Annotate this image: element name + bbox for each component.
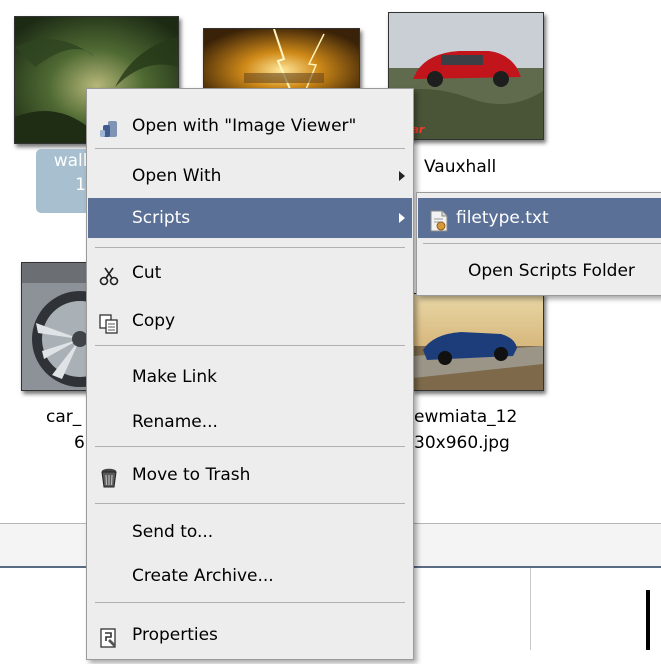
menu-separator <box>95 503 405 504</box>
properties-icon <box>98 624 120 648</box>
file-label-miata-size: 30x960.jpg <box>414 433 510 453</box>
menu-item-scripts[interactable]: Scripts <box>88 198 412 238</box>
context-menu: Open with "Image Viewer" Open With Scrip… <box>86 88 414 660</box>
trash-icon <box>98 464 120 488</box>
menu-separator <box>95 148 405 149</box>
menu-separator <box>95 247 405 248</box>
menu-item-open-with-image-viewer[interactable]: Open with "Image Viewer" <box>88 106 412 146</box>
menu-item-properties[interactable]: Properties <box>88 615 412 655</box>
scripts-submenu: filetype.txt Open Scripts Folder <box>416 192 661 296</box>
menu-separator <box>95 345 405 346</box>
file-thumbnail-miata[interactable] <box>412 293 544 391</box>
menu-item-rename[interactable]: Rename... <box>88 402 412 442</box>
file-label-miata[interactable]: ewmiata_12 <box>414 405 517 429</box>
menu-separator <box>95 446 405 447</box>
copy-icon <box>98 310 120 334</box>
file-label-car-size: 6 <box>74 433 85 453</box>
file-thumbnail-car[interactable] <box>21 262 93 391</box>
file-label-car[interactable]: car_ <box>46 405 81 429</box>
file-label-vauxhall[interactable]: Vauxhall <box>424 155 496 179</box>
menu-item-make-link[interactable]: Make Link <box>88 357 412 397</box>
submenu-item-filetype-script[interactable]: filetype.txt <box>418 198 661 238</box>
submenu-separator <box>423 243 661 244</box>
menu-item-cut[interactable]: Cut <box>88 253 412 293</box>
image-viewer-icon <box>98 115 120 137</box>
menu-separator <box>95 602 405 603</box>
submenu-item-open-scripts-folder[interactable]: Open Scripts Folder <box>418 251 661 291</box>
menu-item-move-to-trash[interactable]: Move to Trash <box>88 455 412 495</box>
menu-item-copy[interactable]: Copy <box>88 301 412 341</box>
column-divider <box>530 568 531 650</box>
menu-item-create-archive[interactable]: Create Archive... <box>88 556 412 596</box>
script-file-icon <box>428 207 450 232</box>
submenu-arrow-icon <box>399 171 405 181</box>
menu-item-open-with[interactable]: Open With <box>88 156 412 196</box>
menu-item-send-to[interactable]: Send to... <box>88 512 412 552</box>
scrollbar-edge[interactable] <box>646 590 650 650</box>
scissors-icon <box>98 262 120 286</box>
submenu-arrow-icon <box>399 213 405 223</box>
